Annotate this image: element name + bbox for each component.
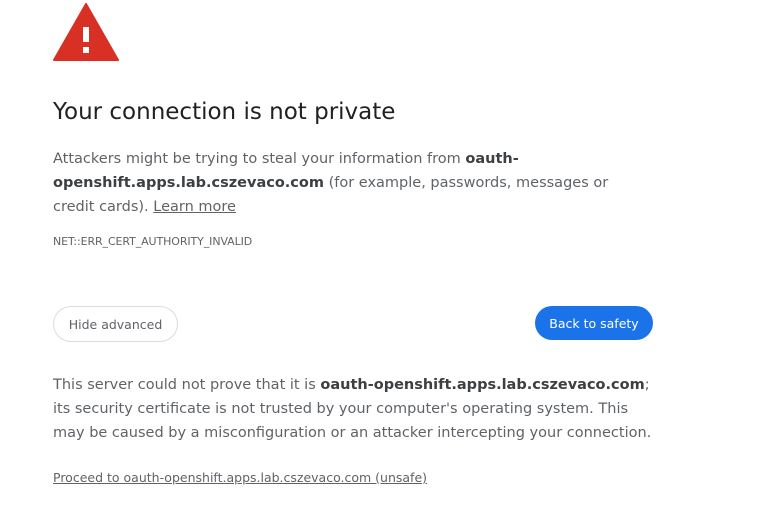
warning-triangle-icon (53, 3, 119, 61)
details-domain: oauth-openshift.apps.lab.cszevaco.com (320, 377, 645, 393)
back-to-safety-button[interactable]: Back to safety (535, 306, 653, 340)
learn-more-link[interactable]: Learn more (153, 199, 236, 215)
main-message: Attackers might be trying to steal your … (53, 147, 653, 219)
error-code: NET::ERR_CERT_AUTHORITY_INVALID (53, 235, 253, 248)
proceed-unsafe-link[interactable]: Proceed to oauth-openshift.apps.lab.csze… (53, 470, 427, 485)
main-message-prefix: Attackers might be trying to steal your … (53, 151, 466, 167)
details-message: This server could not prove that it is o… (53, 373, 653, 445)
details-prefix: This server could not prove that it is (53, 377, 321, 393)
page-title: Your connection is not private (53, 99, 396, 125)
hide-advanced-button[interactable]: Hide advanced (53, 306, 178, 342)
